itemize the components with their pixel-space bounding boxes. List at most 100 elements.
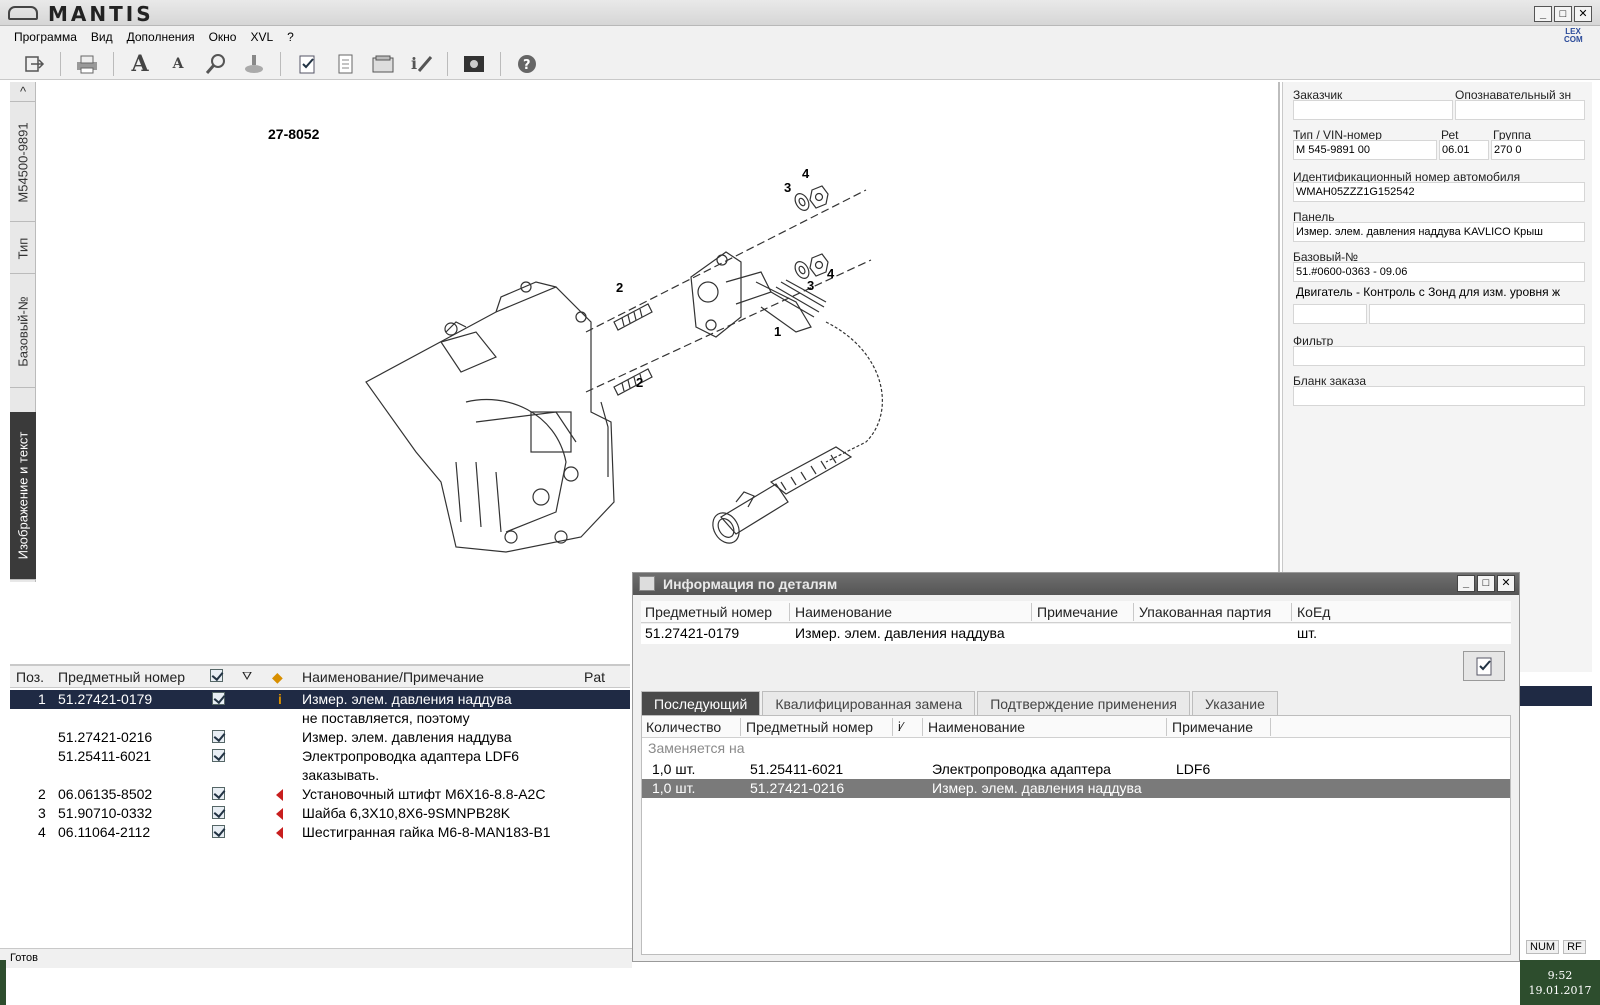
document-icon[interactable] (329, 50, 361, 78)
table-row[interactable]: 3 51.90710-0332 Шайба 6,3X10,8X6-9SMNPB2… (10, 804, 630, 823)
xvl-view-icon[interactable] (458, 50, 490, 78)
tab-model[interactable]: M54500-9891 (10, 104, 36, 222)
column-divider[interactable] (1291, 603, 1292, 621)
tab-type[interactable]: Тип (10, 224, 36, 274)
ident-field[interactable] (1455, 100, 1585, 120)
scroll-up-icon[interactable]: ^ (10, 82, 36, 102)
red-flag-icon[interactable] (276, 826, 283, 842)
dh-packed[interactable]: Упакованная партия (1139, 604, 1271, 620)
stamp-icon[interactable] (238, 50, 270, 78)
table-row[interactable]: 4 06.11064-2112 Шестигранная гайка M6-8-… (10, 823, 630, 842)
order-form-field[interactable] (1293, 386, 1585, 406)
base-number-field[interactable]: 51.#0600-0363 - 09.06 (1293, 262, 1585, 282)
column-divider[interactable] (1270, 718, 1271, 736)
check-icon[interactable] (212, 787, 225, 803)
panel-field[interactable]: Измер. элем. давления наддува KAVLICO Кр… (1293, 222, 1585, 242)
lexcom-logo-icon: LEX COM (1564, 27, 1583, 44)
col-info-icon[interactable]: ◆ (272, 669, 283, 686)
maximize-button[interactable]: □ (1554, 6, 1572, 22)
menu-program[interactable]: Программа (14, 30, 77, 44)
tab-subsequent[interactable]: Последующий (641, 691, 761, 715)
table-row[interactable]: не поставляется, поэтому (10, 709, 630, 728)
col-filter-icon[interactable]: ⛛ (242, 669, 252, 684)
col-check-icon[interactable] (210, 669, 223, 685)
menu-help[interactable]: ? (287, 30, 294, 44)
ret-field[interactable]: 06.01 (1439, 140, 1489, 160)
dialog-part-row[interactable]: 51.27421-0179 Измер. элем. давления надд… (641, 624, 1511, 644)
edit-checklist-button[interactable] (1463, 651, 1505, 681)
zoom-icon[interactable] (200, 50, 232, 78)
tab-usage-confirmation[interactable]: Подтверждение применения (977, 691, 1190, 715)
menu-view[interactable]: Вид (91, 30, 113, 44)
group-field[interactable]: 270 0 (1491, 140, 1585, 160)
col-position[interactable]: Поз. (16, 669, 44, 685)
col-number[interactable]: Предметный номер (746, 719, 873, 735)
column-divider[interactable] (1166, 718, 1167, 736)
menu-window[interactable]: Окно (209, 30, 237, 44)
dialog-title-bar[interactable]: Информация по деталям _ □ ✕ (633, 573, 1519, 595)
help-icon[interactable]: ? (511, 50, 543, 78)
info-icon[interactable]: i (278, 691, 282, 707)
engine-field-2[interactable] (1369, 304, 1585, 324)
table-row[interactable]: 2 06.06135-8502 Установочный штифт М6X16… (10, 785, 630, 804)
table-row[interactable]: 51.27421-0216 Измер. элем. давления надд… (10, 728, 630, 747)
engine-field-1[interactable] (1293, 304, 1367, 324)
dh-unit[interactable]: КоЕд (1297, 604, 1330, 620)
red-flag-icon[interactable] (276, 807, 283, 823)
column-divider[interactable] (1031, 603, 1032, 621)
font-large-icon[interactable]: A (124, 50, 156, 78)
tab-image-and-text[interactable]: Изображение и текст (10, 412, 36, 580)
col-pat[interactable]: Pat (584, 669, 605, 685)
catalog-icon[interactable] (367, 50, 399, 78)
dh-note[interactable]: Примечание (1037, 604, 1118, 620)
close-button[interactable]: ✕ (1574, 6, 1592, 22)
row-name: Измер. элем. давления наддува (302, 729, 512, 745)
table-row[interactable]: 1 51.27421-0179 i Измер. элем. давления … (10, 690, 630, 709)
info-tool-icon[interactable]: i (405, 50, 437, 78)
table-row[interactable]: 51.25411-6021 Электропроводка адаптера L… (10, 747, 630, 766)
row-pos: 2 (38, 786, 46, 802)
col-note[interactable]: Примечание (1172, 719, 1253, 735)
column-divider[interactable] (922, 718, 923, 736)
col-part-number[interactable]: Предметный номер (58, 669, 185, 685)
check-icon[interactable] (212, 730, 225, 746)
column-divider[interactable] (1133, 603, 1134, 621)
system-clock[interactable]: 9:52 19.01.2017 (1520, 960, 1600, 1005)
dialog-minimize-button[interactable]: _ (1457, 575, 1475, 592)
red-flag-icon[interactable] (276, 788, 283, 804)
minimize-button[interactable]: _ (1534, 6, 1552, 22)
col-qty[interactable]: Количество (646, 719, 721, 735)
col-name[interactable]: Наименование/Примечание (302, 669, 484, 685)
print-icon[interactable] (71, 50, 103, 78)
table-row[interactable]: 1,0 шт. 51.27421-0216 Измер. элем. давле… (642, 779, 1510, 798)
column-divider[interactable] (740, 718, 741, 736)
tab-base-number[interactable]: Базовый-№ (10, 276, 36, 388)
table-row[interactable]: 1,0 шт. 51.25411-6021 Электропроводка ад… (642, 760, 1510, 779)
dh-name[interactable]: Наименование (795, 604, 892, 620)
dialog-close-button[interactable]: ✕ (1497, 575, 1515, 592)
replacement-table: Количество Предметный номер i⁄ Наименова… (641, 715, 1511, 955)
col-name[interactable]: Наименование (928, 719, 1025, 735)
menu-xvl[interactable]: XVL (250, 30, 273, 44)
tab-qualified-replacement[interactable]: Квалифицированная замена (762, 691, 976, 715)
svg-text:?: ? (523, 58, 531, 73)
check-icon[interactable] (212, 749, 225, 765)
table-row[interactable]: заказывать. (10, 766, 630, 785)
customer-field[interactable] (1293, 100, 1453, 120)
check-icon[interactable] (212, 692, 225, 708)
dialog-maximize-button[interactable]: □ (1477, 575, 1495, 592)
filter-field[interactable] (1293, 346, 1585, 366)
check-icon[interactable] (212, 806, 225, 822)
dh-number[interactable]: Предметный номер (645, 604, 772, 620)
font-small-icon[interactable]: A (162, 50, 194, 78)
menu-extras[interactable]: Дополнения (127, 30, 195, 44)
exit-icon[interactable] (18, 50, 50, 78)
checklist-icon[interactable] (291, 50, 323, 78)
tab-note[interactable]: Указание (1192, 691, 1278, 715)
type-vin-field[interactable]: M 545-9891 00 (1293, 140, 1437, 160)
column-divider[interactable] (892, 718, 893, 736)
info-tool-icon[interactable]: i⁄ (898, 719, 903, 734)
check-icon[interactable] (212, 825, 225, 841)
column-divider[interactable] (789, 603, 790, 621)
vin-field[interactable]: WMAH05ZZZ1G152542 (1293, 182, 1585, 202)
